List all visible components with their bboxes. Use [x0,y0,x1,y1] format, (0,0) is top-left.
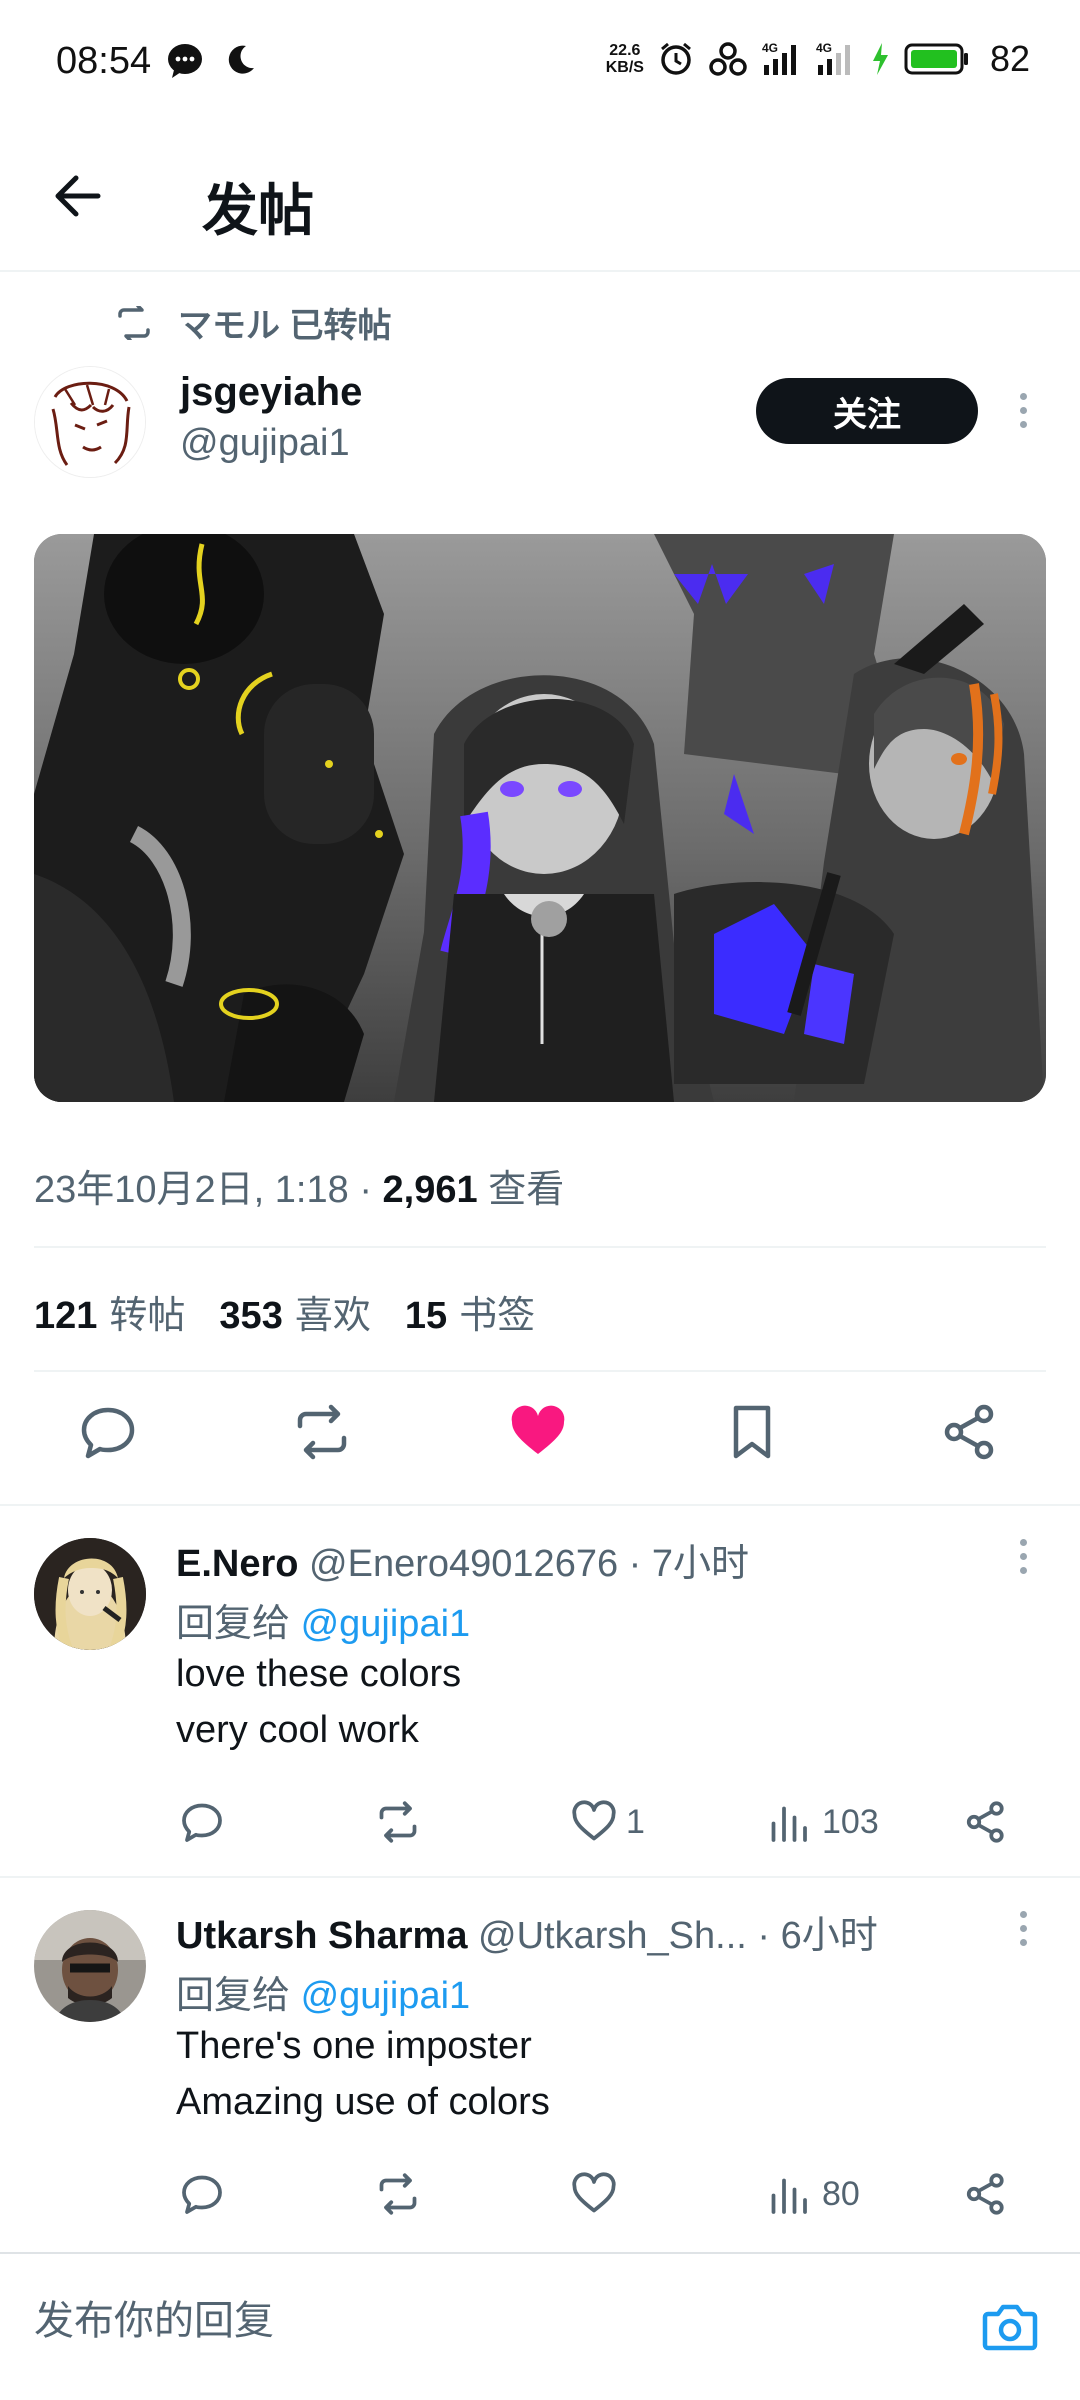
repost-icon[interactable] [290,1400,354,1464]
reply-icon [182,1803,222,1842]
likes-stat[interactable]: 353 喜欢 [219,1284,370,1339]
reply-header: E.Nero @Enero49012676 · 7小时 [176,1532,749,1587]
reply-share-button[interactable] [962,1798,1010,1846]
meta-separator: · [359,1169,372,1211]
follow-button[interactable]: 关注 [756,378,978,444]
back-button[interactable] [48,164,112,228]
heart-icon [572,2172,616,2213]
post-action-bar [0,1400,1080,1474]
reply-avatar[interactable] [34,1910,146,2022]
reply-repost-button[interactable] [374,2170,422,2218]
reply-author-handle[interactable]: @Utkarsh_Sh... [478,1915,747,1957]
divider [34,1246,1046,1248]
post-image[interactable] [34,534,1046,1102]
repost-label: マモル 已转帖 [178,307,392,345]
reply-to-line: 回复给 @gujipai1 [176,1603,471,1645]
signal-icon: 4G [816,41,856,77]
reply-time: · 6小时 [757,1915,878,1957]
signal-icon: 4G [762,41,802,77]
reply-to-handle[interactable]: @gujipai1 [301,1603,471,1645]
link-icon [708,41,748,77]
arrow-left-icon [55,175,101,217]
reposts-stat[interactable]: 121 转帖 [34,1284,185,1339]
camera-icon[interactable] [982,2300,1038,2352]
post-stats: 121 转帖 353 喜欢 15 书签 [34,1284,535,1339]
like-heart-icon[interactable] [506,1400,570,1464]
reply-author-handle[interactable]: @Enero49012676 [309,1543,618,1585]
more-options-icon[interactable] [1008,1526,1038,1586]
author-avatar[interactable] [34,366,146,478]
reply-header: Utkarsh Sharma @Utkarsh_Sh... · 6小时 [176,1904,878,1959]
reply-view-count: 80 [822,2174,860,2213]
reply-comment-button[interactable] [178,2170,226,2218]
view-label: 查看 [488,1169,565,1211]
reply-icon[interactable] [76,1400,140,1464]
more-options-icon[interactable] [1008,380,1038,440]
reply-text: love these colors very cool work [176,1653,462,1751]
reply-item[interactable]: E.Nero @Enero49012676 · 7小时 回复给 @gujipai… [0,1506,1080,1878]
reply-author-name[interactable]: Utkarsh Sharma [176,1915,467,1957]
app-bar: 发帖 [0,120,1080,272]
battery-level: 82 [989,38,1030,79]
more-options-icon[interactable] [1008,1898,1038,1958]
status-bar: 08:54 22.6 KB/S 4G 4G 82 [0,0,1080,120]
analytics-icon [771,1806,807,1842]
svg-text:4G: 4G [762,41,778,55]
repost-icon [379,1801,417,1843]
repost-icon [114,305,154,340]
author-handle[interactable]: @gujipai1 [180,422,350,465]
share-icon[interactable] [938,1400,1002,1464]
reply-to-line: 回复给 @gujipai1 [176,1975,471,2017]
status-time: 08:54 [56,40,152,82]
bookmarks-stat[interactable]: 15 书签 [405,1284,535,1339]
reply-item[interactable]: Utkarsh Sharma @Utkarsh_Sh... · 6小时 回复给 … [0,1878,1080,2250]
reply-icon [182,2175,222,2214]
reply-like-button[interactable]: 1 [570,1798,645,1846]
reply-views-button[interactable]: 80 [766,2170,860,2218]
battery-icon [904,42,970,76]
repost-icon [379,2173,417,2215]
reply-to-handle[interactable]: @gujipai1 [301,1975,471,2017]
repost-indicator[interactable]: マモル 已转帖 [114,298,391,347]
reply-input[interactable]: 发布你的回复 [34,2288,274,2346]
reply-comment-button[interactable] [178,1798,226,1846]
post-meta: 23年10月2日, 1:18 · 2,961 查看 [34,1158,564,1213]
reply-like-button[interactable] [570,2170,626,2218]
bookmark-icon[interactable] [720,1400,784,1464]
svg-text:4G: 4G [816,41,832,55]
charging-icon [870,41,890,77]
reply-like-count: 1 [626,1802,645,1841]
status-system-icons: 22.6 KB/S 4G 4G 82 [606,38,1030,80]
chat-bubble-icon [166,42,204,80]
author-name[interactable]: jsgeyiahe [180,370,362,415]
share-icon [966,1801,1004,1843]
reply-text: There's one imposter Amazing use of colo… [176,2025,550,2123]
status-notification-icons [166,42,258,80]
reply-composer[interactable]: 发布你的回复 [0,2254,1080,2400]
page-title: 发帖 [202,179,314,242]
reply-share-button[interactable] [962,2170,1010,2218]
view-count: 2,961 [382,1169,478,1211]
reply-avatar[interactable] [34,1538,146,1650]
post-date: 23年10月2日, 1:18 [34,1169,349,1211]
divider [34,1370,1046,1372]
reply-author-name[interactable]: E.Nero [176,1543,298,1585]
heart-icon [572,1800,616,1841]
reply-repost-button[interactable] [374,1798,422,1846]
alarm-icon [658,41,694,77]
moon-icon [222,42,258,80]
reply-time: · 7小时 [628,1543,750,1585]
analytics-icon [771,2178,807,2214]
reply-view-count: 103 [822,1802,879,1841]
network-speed: 22.6 KB/S [605,42,644,76]
share-icon [966,2173,1004,2215]
reply-views-button[interactable]: 103 [766,1798,879,1846]
